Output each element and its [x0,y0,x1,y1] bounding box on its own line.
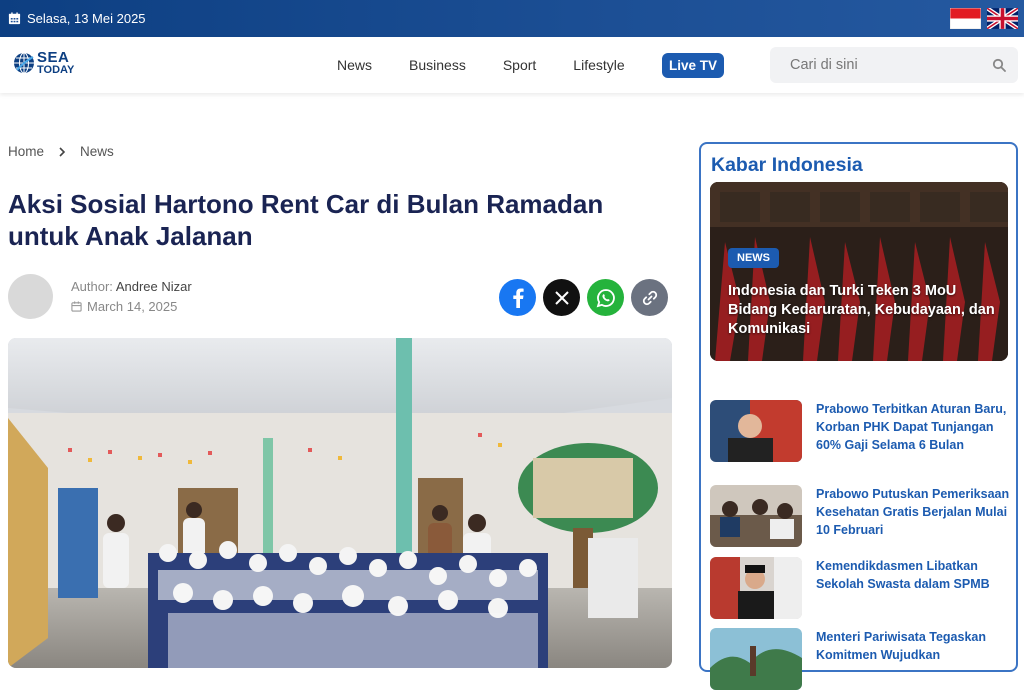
current-date: Selasa, 13 Mei 2025 [8,11,146,26]
classroom-photo [8,338,672,668]
nav-sport[interactable]: Sport [503,57,536,73]
indonesia-flag-icon[interactable] [950,8,981,29]
list-item[interactable]: Prabowo Putuskan Pemeriksaan Kesehatan G… [710,485,1010,547]
author-name[interactable]: Andree Nizar [116,279,192,294]
news-thumbnail [710,628,802,690]
list-item[interactable]: Menteri Pariwisata Tegaskan Komitmen Wuj… [710,628,1010,690]
uk-flag-icon[interactable] [987,8,1018,29]
facebook-icon [512,288,524,308]
main-nav: News Business Sport Lifestyle [337,37,662,93]
search-input[interactable] [790,57,992,73]
article-hero-image [8,338,672,668]
author-avatar [8,274,53,319]
top-bar: Selasa, 13 Mei 2025 [0,0,1024,37]
language-switcher [950,8,1018,29]
featured-news-card[interactable]: NEWS Indonesia dan Turki Teken 3 MoU Bid… [710,182,1008,361]
news-thumbnail [710,485,802,547]
nav-business[interactable]: Business [409,57,466,73]
news-thumbnail [710,400,802,462]
news-title[interactable]: Menteri Pariwisata Tegaskan Komitmen Wuj… [816,628,1010,690]
news-title[interactable]: Kemendikdasmen Libatkan Sekolah Swasta d… [816,557,1010,619]
article-title: Aksi Sosial Hartono Rent Car di Bulan Ra… [8,189,604,251]
copy-link-button[interactable] [631,279,668,316]
site-logo[interactable]: SEA TODAY [13,48,74,78]
search-icon[interactable] [992,58,1006,72]
sidebar-kabar-indonesia: Kabar Indonesia NEWS Indonesia dan Turki… [699,142,1018,690]
news-badge: NEWS [728,248,779,268]
link-icon [642,290,657,305]
breadcrumb-current[interactable]: News [80,144,114,159]
logo-text-today: TODAY [37,64,75,76]
news-title[interactable]: Prabowo Terbitkan Aturan Baru, Korban PH… [816,400,1010,462]
author-block: Author: Andree Nizar March 14, 2025 [8,274,192,319]
list-item[interactable]: Prabowo Terbitkan Aturan Baru, Korban PH… [710,400,1010,462]
author-label: Author: [71,278,113,294]
whatsapp-icon [596,288,615,307]
main-header: SEA TODAY News Business Sport Lifestyle … [0,37,1024,93]
article-date: March 14, 2025 [87,298,178,314]
calendar-icon [8,12,21,25]
share-facebook-button[interactable] [499,279,536,316]
calendar-small-icon [71,301,82,312]
share-whatsapp-button[interactable] [587,279,624,316]
globe-logo-icon [14,52,34,74]
sidebar-heading: Kabar Indonesia [711,154,863,176]
breadcrumb-home[interactable]: Home [8,144,44,159]
share-buttons [499,279,668,316]
list-item[interactable]: Kemendikdasmen Libatkan Sekolah Swasta d… [710,557,1010,619]
live-tv-button[interactable]: Live TV [662,53,724,78]
news-title[interactable]: Prabowo Putuskan Pemeriksaan Kesehatan G… [816,485,1010,547]
chevron-right-icon [59,146,66,157]
date-text: Selasa, 13 Mei 2025 [27,11,146,26]
breadcrumb: Home News [8,144,114,159]
nav-news[interactable]: News [337,57,372,73]
nav-lifestyle[interactable]: Lifestyle [573,57,624,73]
share-x-button[interactable] [543,279,580,316]
featured-news-title[interactable]: Indonesia dan Turki Teken 3 MoU Bidang K… [728,282,998,339]
search-bar [770,47,1018,83]
news-thumbnail [710,557,802,619]
logo-text-sea: SEA [37,49,70,66]
x-icon [554,290,569,305]
